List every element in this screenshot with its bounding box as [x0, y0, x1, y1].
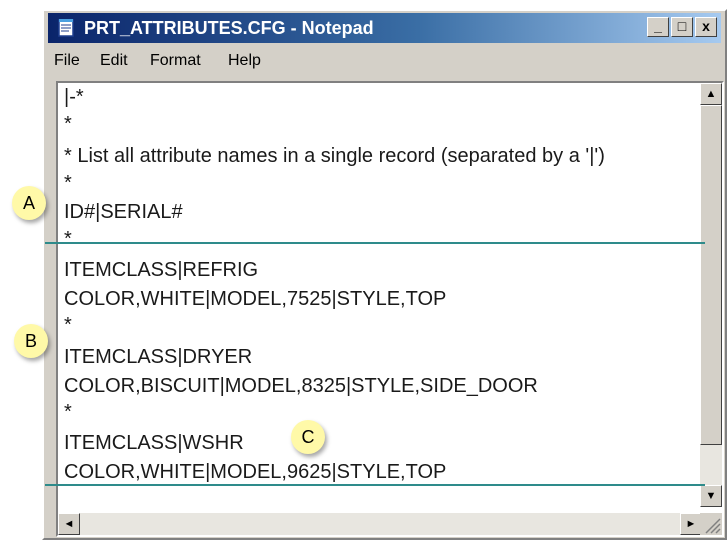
section-divider-line [45, 242, 705, 244]
menu-edit[interactable]: Edit [100, 52, 128, 70]
text-line: |-* [64, 86, 84, 108]
text-line: ID#|SERIAL# [64, 201, 183, 223]
title-bar[interactable]: PRT_ATTRIBUTES.CFG - Notepad _ □ x [48, 13, 721, 43]
text-line: COLOR,BISCUIT|MODEL,8325|STYLE,SIDE_DOOR [64, 375, 538, 397]
scroll-up-button[interactable]: ▲ [700, 83, 722, 105]
text-line: COLOR,WHITE|MODEL,9625|STYLE,TOP [64, 461, 447, 483]
text-line: ITEMCLASS|REFRIG [64, 259, 259, 281]
text-line: ITEMCLASS|WSHR [64, 432, 244, 454]
text-line: * [64, 401, 72, 423]
window-title: PRT_ATTRIBUTES.CFG - Notepad [84, 18, 374, 38]
text-line: * [64, 113, 72, 135]
menu-format[interactable]: Format [150, 52, 201, 70]
text-line: * [64, 228, 72, 250]
close-button[interactable]: x [695, 17, 717, 37]
menu-file[interactable]: File [54, 52, 80, 70]
maximize-button[interactable]: □ [671, 17, 693, 37]
menu-bar: File Edit Format Help [48, 47, 721, 75]
callout-b: B [14, 324, 48, 358]
vertical-scrollbar[interactable]: ▲ ▼ [700, 83, 722, 507]
notepad-icon [58, 19, 74, 37]
text-line: * List all attribute names in a single r… [64, 145, 605, 167]
minimize-button[interactable]: _ [647, 17, 669, 37]
callout-a: A [12, 186, 46, 220]
menu-help[interactable]: Help [228, 52, 261, 70]
resize-grip-icon[interactable] [700, 513, 722, 535]
scroll-down-button[interactable]: ▼ [700, 485, 722, 507]
text-line: ITEMCLASS|DRYER [64, 346, 253, 368]
text-editor[interactable]: |-* * * List all attribute names in a si… [56, 81, 724, 537]
text-line: * [64, 172, 72, 194]
section-divider-line [45, 484, 705, 486]
scroll-left-button[interactable]: ◄ [58, 513, 80, 535]
callout-c: C [291, 420, 325, 454]
text-area[interactable]: |-* * * List all attribute names in a si… [58, 83, 702, 493]
text-line: * [64, 314, 72, 336]
scroll-right-button[interactable]: ► [680, 513, 702, 535]
vertical-scroll-thumb[interactable] [700, 105, 722, 445]
notepad-window: PRT_ATTRIBUTES.CFG - Notepad _ □ x File … [42, 9, 727, 540]
horizontal-scrollbar[interactable]: ◄ ► [58, 513, 702, 535]
text-line: COLOR,WHITE|MODEL,7525|STYLE,TOP [64, 288, 447, 310]
